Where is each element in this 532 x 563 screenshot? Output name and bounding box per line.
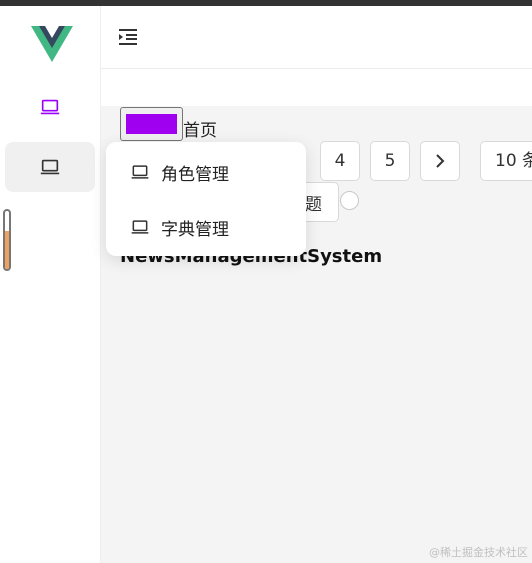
sidebar-item-1[interactable] bbox=[5, 82, 95, 132]
page-size-select[interactable]: 10 条 bbox=[480, 141, 532, 181]
menu-item-dictionary-management[interactable]: 字典管理 bbox=[106, 202, 306, 252]
laptop-icon bbox=[131, 165, 149, 179]
next-page-button[interactable] bbox=[420, 141, 460, 181]
breadcrumb-home[interactable]: 首页 bbox=[183, 116, 217, 141]
watermark: @稀土掘金技术社区 bbox=[429, 546, 528, 559]
sidebar bbox=[0, 6, 101, 563]
color-swatch bbox=[126, 114, 177, 134]
scroll-toggle-fill bbox=[5, 230, 9, 269]
chevron-right-icon bbox=[436, 154, 445, 168]
top-header bbox=[101, 6, 532, 69]
laptop-icon bbox=[40, 99, 60, 115]
color-picker-input[interactable] bbox=[120, 107, 183, 141]
theme-radio[interactable] bbox=[340, 191, 359, 210]
page-button-5[interactable]: 5 bbox=[370, 141, 410, 181]
submenu-dropdown: 角色管理 字典管理 bbox=[106, 142, 306, 256]
indent-menu-icon[interactable] bbox=[117, 26, 139, 48]
laptop-icon bbox=[40, 159, 60, 175]
vue-logo[interactable] bbox=[31, 26, 73, 66]
menu-item-label: 字典管理 bbox=[161, 219, 229, 240]
menu-item-role-management[interactable]: 角色管理 bbox=[106, 147, 306, 197]
sidebar-scroll-toggle[interactable] bbox=[3, 209, 11, 271]
page-button-4[interactable]: 4 bbox=[320, 141, 360, 181]
menu-item-label: 角色管理 bbox=[161, 164, 229, 185]
laptop-icon bbox=[131, 220, 149, 234]
theme-label: 题 bbox=[305, 194, 322, 215]
sidebar-item-2[interactable] bbox=[5, 142, 95, 192]
